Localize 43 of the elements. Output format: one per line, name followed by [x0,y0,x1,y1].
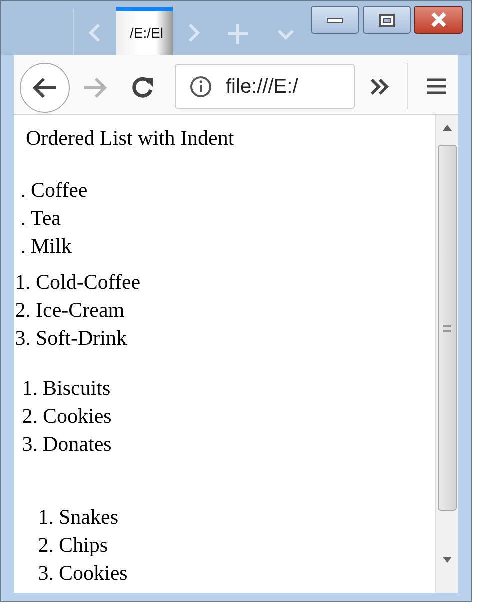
list-item: Tea [31,205,62,232]
scroll-down-icon[interactable] [442,557,452,563]
grip-icon [443,324,451,332]
tab-title: /E:/El [130,24,164,42]
list-item: Biscuits [43,375,111,402]
minimize-button[interactable] [311,6,359,34]
address-field[interactable]: file:///E:/ [175,64,355,109]
list-marker: . [20,177,26,204]
list-marker: 3. [21,431,38,458]
browser-tab[interactable]: /E:/El [116,7,173,55]
maximize-button[interactable] [363,6,411,34]
list-marker: 2. [37,532,54,559]
back-button[interactable] [20,63,70,113]
list-marker: 1. [14,269,31,296]
list-marker: 3. [14,325,31,352]
back-arrow-icon [32,77,58,99]
list-marker: 2. [21,403,38,430]
reload-icon[interactable] [131,75,155,99]
list-marker: . [20,233,26,260]
list-item: Soft-Drink [36,325,127,352]
list-item: Milk [31,233,72,260]
list-item: Ice-Cream [36,297,125,324]
info-icon[interactable] [190,76,212,98]
list-marker: 1. [37,504,54,531]
list-item: Chips [59,532,108,559]
close-icon [428,12,448,28]
list-item: Cold-Coffee [36,269,141,296]
list-marker: . [20,205,26,232]
menu-icon[interactable] [427,78,446,95]
list-marker: 1. [21,375,38,402]
list-item: Cookies [43,403,112,430]
list-marker: 2. [14,297,31,324]
scroll-up-icon[interactable] [442,125,452,131]
list-item: Coffee [31,177,88,204]
list-item: Cookies [59,560,128,587]
list-item: Snakes [59,504,118,531]
scrollbar[interactable] [435,115,458,593]
list-marker: 3. [37,560,54,587]
overflow-chevrons-icon[interactable] [370,78,390,96]
url-text: file:///E:/ [226,74,298,100]
page-heading: Ordered List with Indent [26,126,234,150]
close-button[interactable] [414,6,463,34]
list-item: Donates [43,431,112,458]
